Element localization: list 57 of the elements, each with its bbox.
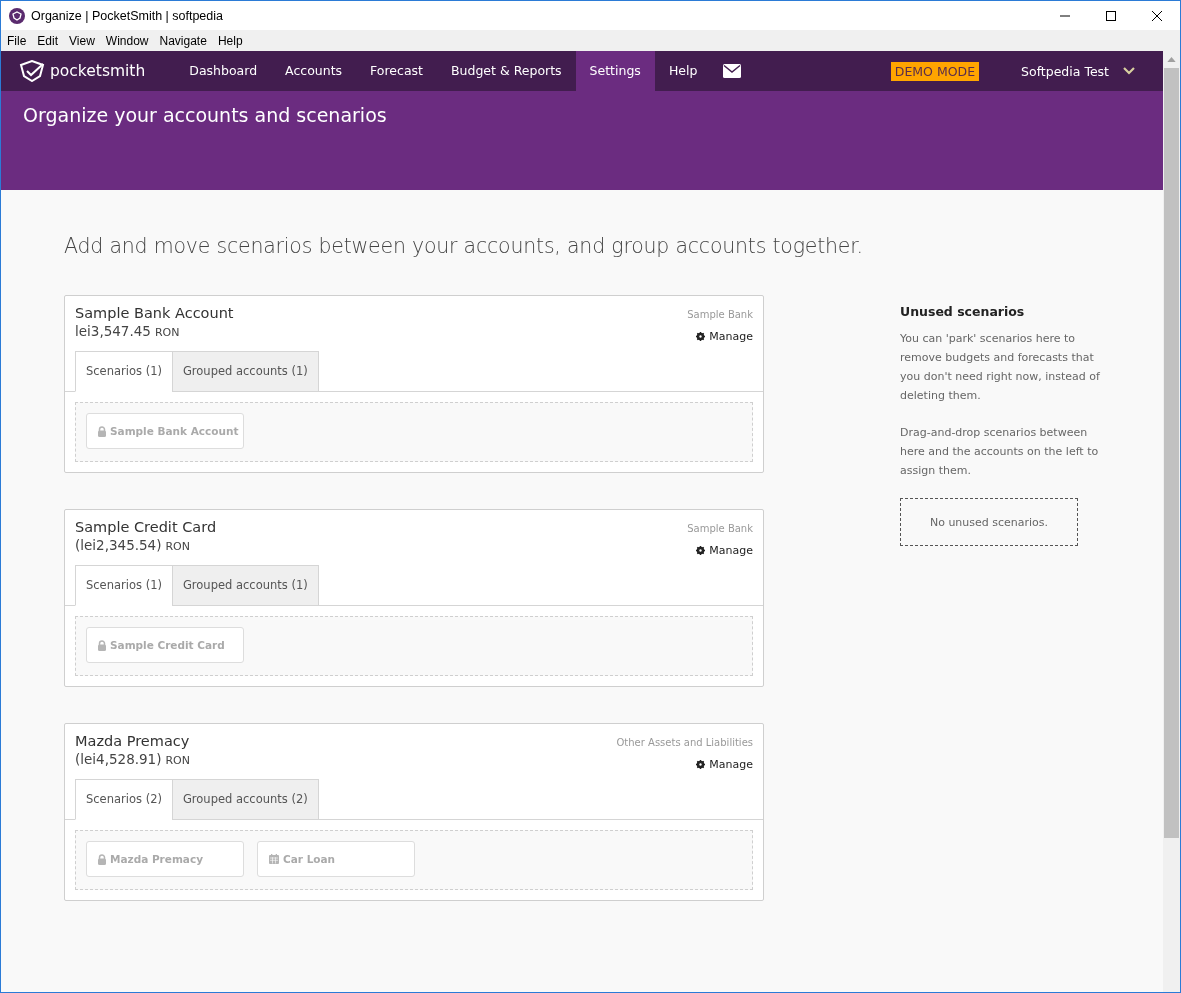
help-text: Drag-and-drop scenarios between here and the accounts on the left to assign them. bbox=[900, 425, 1100, 479]
currency-code: RON bbox=[165, 754, 190, 767]
scroll-thumb[interactable] bbox=[1164, 68, 1179, 838]
nav-tab[interactable]: Settings bbox=[575, 51, 655, 91]
unused-drop-zone: No unused scenarios. bbox=[900, 498, 1078, 546]
account-name: Sample Credit Card bbox=[75, 519, 217, 535]
nav-tab[interactable]: Dashboard bbox=[175, 51, 272, 91]
account-name: Mazda Premacy bbox=[75, 733, 190, 749]
chevron-down-icon[interactable] bbox=[1123, 67, 1135, 75]
envelope-icon[interactable] bbox=[723, 64, 742, 78]
gear-icon bbox=[696, 332, 706, 341]
menu-item[interactable]: View bbox=[63, 33, 100, 48]
sidebar-title: Unused scenarios bbox=[900, 304, 1026, 319]
account-name: Sample Bank Account bbox=[75, 305, 234, 321]
account-tab[interactable]: Grouped accounts (1) bbox=[171, 565, 319, 606]
account-tab[interactable]: Scenarios (1) bbox=[75, 565, 172, 606]
lock-icon bbox=[98, 425, 106, 437]
logo-text: pocketsmith bbox=[50, 62, 146, 80]
account-tab[interactable]: Scenarios (2) bbox=[75, 779, 172, 820]
lock-icon bbox=[98, 639, 106, 651]
account-tab[interactable]: Scenarios (1) bbox=[75, 351, 172, 392]
account-balance: (lei2,345.54) bbox=[75, 537, 162, 553]
manage-link[interactable]: Manage bbox=[696, 330, 753, 343]
nav-tab[interactable]: Budget & Reports bbox=[437, 51, 576, 91]
institution-name: Sample Bank bbox=[687, 309, 753, 320]
demo-mode-badge: DEMO MODE bbox=[890, 61, 980, 81]
account-balance: (lei4,528.91) bbox=[75, 751, 162, 767]
manage-link[interactable]: Manage bbox=[696, 544, 753, 557]
account-tab[interactable]: Grouped accounts (2) bbox=[171, 779, 319, 820]
lock-icon bbox=[98, 853, 106, 865]
intro-text: Add and move scenarios between your accounts, and group accounts together. bbox=[64, 234, 864, 258]
menu-item[interactable]: Edit bbox=[31, 33, 64, 48]
app-icon bbox=[9, 7, 25, 24]
menu-item[interactable]: Navigate bbox=[153, 33, 212, 48]
window-title: Organize | PocketSmith | softpedia bbox=[31, 8, 224, 23]
page-title: Organize your accounts and scenarios bbox=[22, 103, 388, 128]
nav-tab[interactable]: Accounts bbox=[271, 51, 357, 91]
currency-code: RON bbox=[165, 540, 190, 553]
nav-tab[interactable]: Forecast bbox=[356, 51, 437, 91]
help-text: You can 'park' scenarios here to remove budgets and forecasts that you don't need right now, instead of deleting them. bbox=[900, 331, 1101, 404]
account-tab[interactable]: Grouped accounts (1) bbox=[171, 351, 319, 392]
account-balance: lei3,547.45 bbox=[75, 323, 151, 339]
institution-name: Sample Bank bbox=[687, 523, 753, 534]
currency-code: RON bbox=[154, 326, 180, 339]
scrollbar[interactable] bbox=[1163, 51, 1180, 992]
gear-icon bbox=[696, 760, 706, 769]
institution-name: Other Assets and Liabilities bbox=[616, 737, 753, 748]
user-menu[interactable]: Softpedia Test bbox=[1021, 63, 1109, 79]
menu-item[interactable]: Window bbox=[99, 33, 154, 48]
nav-tab[interactable]: Help bbox=[654, 51, 712, 91]
shield-check-icon bbox=[19, 60, 45, 82]
scroll-up-icon[interactable] bbox=[1167, 57, 1176, 62]
menu-item[interactable]: Help bbox=[211, 33, 248, 48]
calendar-icon bbox=[269, 854, 279, 864]
gear-icon bbox=[696, 546, 706, 555]
menu-item[interactable]: File bbox=[1, 33, 32, 48]
manage-link[interactable]: Manage bbox=[696, 758, 753, 771]
